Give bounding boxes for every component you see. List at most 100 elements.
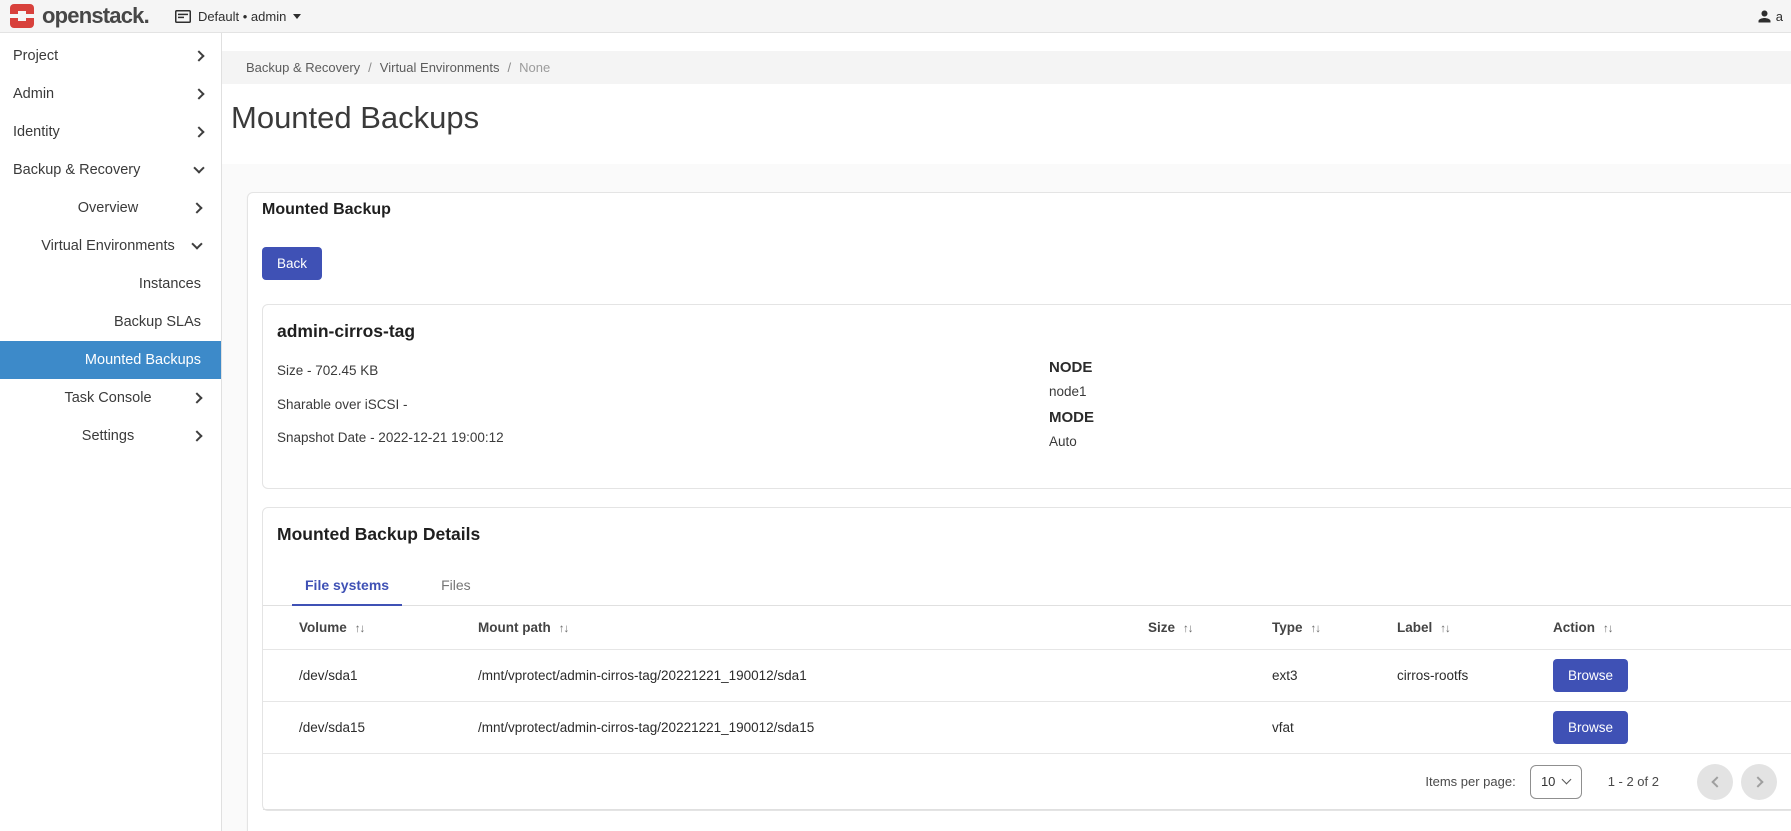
- backup-snapshot-date: Snapshot Date - 2022-12-21 19:00:12: [277, 431, 1791, 445]
- table-row: /dev/sda1/mnt/vprotect/admin-cirros-tag/…: [263, 650, 1791, 702]
- cell-type: ext3: [1268, 650, 1393, 702]
- sort-icon: ↑↓: [1311, 623, 1321, 635]
- next-page-button[interactable]: [1741, 764, 1777, 800]
- sidebar-item-overview[interactable]: Overview: [0, 189, 221, 227]
- sidebar-item-label: Task Console: [64, 390, 151, 406]
- cell-type: vfat: [1268, 702, 1393, 754]
- sidebar-item-settings[interactable]: Settings: [0, 417, 221, 455]
- sidebar-item-label: Instances: [139, 276, 201, 292]
- browse-button[interactable]: Browse: [1553, 659, 1628, 692]
- openstack-brand[interactable]: openstack.: [10, 3, 149, 29]
- sort-icon: ↑↓: [1440, 623, 1450, 635]
- cell-action: Browse: [1549, 650, 1791, 702]
- sidebar-item-mounted-backups[interactable]: Mounted Backups: [0, 341, 221, 379]
- sidebar-item-label: Virtual Environments: [41, 238, 175, 254]
- sidebar-item-virtual-environments[interactable]: Virtual Environments: [0, 227, 221, 265]
- column-header-volume[interactable]: Volume↑↓: [263, 606, 474, 650]
- chevron-right-icon: [191, 202, 202, 213]
- tab-files[interactable]: Files: [428, 566, 484, 606]
- details-heading: Mounted Backup Details: [263, 524, 1791, 545]
- user-menu[interactable]: a: [1757, 9, 1783, 24]
- brand-text: openstack.: [42, 3, 149, 29]
- chevron-right-icon: [193, 50, 204, 61]
- cell-mount-path: /mnt/vprotect/admin-cirros-tag/20221221_…: [474, 650, 1144, 702]
- sidebar: Project Admin Identity Backup & Recovery…: [0, 33, 222, 831]
- sort-icon: ↑↓: [1183, 623, 1193, 635]
- cell-volume: /dev/sda15: [263, 702, 474, 754]
- cell-size: [1144, 650, 1268, 702]
- sidebar-item-identity[interactable]: Identity: [0, 113, 221, 151]
- backup-detail-card: admin-cirros-tag Size - 702.45 KB Sharab…: [262, 304, 1791, 489]
- breadcrumb-separator: /: [500, 60, 520, 75]
- previous-page-button[interactable]: [1697, 764, 1733, 800]
- tab-file-systems[interactable]: File systems: [292, 566, 402, 606]
- breadcrumb-separator: /: [360, 60, 380, 75]
- cell-mount-path: /mnt/vprotect/admin-cirros-tag/20221221_…: [474, 702, 1144, 754]
- main-content: Backup & Recovery/Virtual Environments/N…: [222, 33, 1791, 831]
- items-per-page-label: Items per page:: [1425, 774, 1515, 789]
- breadcrumb-virtual-environments[interactable]: Virtual Environments: [380, 60, 500, 75]
- domain-icon: [175, 10, 191, 23]
- sidebar-item-backup-recovery[interactable]: Backup & Recovery: [0, 151, 221, 189]
- node-value: node1: [1049, 384, 1094, 399]
- column-header-action[interactable]: Action↑↓: [1549, 606, 1791, 650]
- chevron-right-icon: [1752, 776, 1763, 787]
- column-header-size[interactable]: Size↑↓: [1144, 606, 1268, 650]
- items-per-page-value: 10: [1541, 774, 1555, 789]
- app-window: openstack. Default • admin a Project Adm…: [0, 0, 1791, 831]
- backup-sharable: Sharable over iSCSI -: [277, 398, 1791, 412]
- sort-icon: ↑↓: [1603, 623, 1613, 635]
- user-icon: [1757, 9, 1772, 24]
- column-label: Label: [1397, 620, 1432, 635]
- page-title: Mounted Backups: [231, 99, 1791, 137]
- sort-icon: ↑↓: [559, 623, 569, 635]
- items-per-page-select[interactable]: 10: [1530, 765, 1582, 799]
- breadcrumb-none: None: [519, 60, 550, 75]
- back-button[interactable]: Back: [262, 247, 322, 280]
- chevron-right-icon: [193, 126, 204, 137]
- chevron-right-icon: [191, 392, 202, 403]
- sidebar-item-instances[interactable]: Instances: [0, 265, 221, 303]
- breadcrumb: Backup & Recovery/Virtual Environments/N…: [222, 51, 1791, 84]
- sidebar-item-label: Settings: [82, 428, 134, 444]
- cell-label: cirros-rootfs: [1393, 650, 1549, 702]
- sidebar-item-label: Overview: [78, 200, 138, 216]
- chevron-right-icon: [191, 430, 202, 441]
- pagination: Items per page: 10 1 - 2 of 2: [263, 754, 1791, 810]
- cell-label: [1393, 702, 1549, 754]
- caret-down-icon: [293, 14, 301, 19]
- column-header-mount-path[interactable]: Mount path↑↓: [474, 606, 1144, 650]
- column-header-type[interactable]: Type ↑↓: [1268, 606, 1393, 650]
- chevron-down-icon: [193, 162, 204, 173]
- chevron-down-icon: [191, 238, 202, 249]
- mode-value: Auto: [1049, 434, 1094, 449]
- backup-detail-rows: Size - 702.45 KB Sharable over iSCSI - S…: [277, 364, 1791, 445]
- column-label: Type: [1272, 620, 1303, 635]
- cell-size: [1144, 702, 1268, 754]
- mounted-backup-card: Mounted Backup Back admin-cirros-tag Siz…: [247, 192, 1791, 831]
- sort-icon: ↑↓: [355, 623, 365, 635]
- sidebar-item-task-console[interactable]: Task Console: [0, 379, 221, 417]
- browse-button[interactable]: Browse: [1553, 711, 1628, 744]
- breadcrumb-backup-recovery[interactable]: Backup & Recovery: [246, 60, 360, 75]
- sidebar-item-label: Backup SLAs: [114, 314, 201, 330]
- column-header-label[interactable]: Label ↑↓: [1393, 606, 1549, 650]
- pagination-range: 1 - 2 of 2: [1608, 774, 1659, 789]
- sidebar-item-admin[interactable]: Admin: [0, 75, 221, 113]
- sidebar-item-backup-slas[interactable]: Backup SLAs: [0, 303, 221, 341]
- sidebar-item-label: Identity: [13, 124, 60, 140]
- user-label: a: [1776, 9, 1783, 24]
- backup-name: admin-cirros-tag: [277, 321, 1791, 342]
- mounted-backup-heading: Mounted Backup: [262, 201, 1790, 219]
- node-label: NODE: [1049, 359, 1094, 376]
- content-area: Mounted Backup Back admin-cirros-tag Siz…: [222, 164, 1791, 831]
- domain-project-menu[interactable]: Default • admin: [175, 9, 301, 24]
- chevron-right-icon: [193, 88, 204, 99]
- topbar: openstack. Default • admin a: [0, 0, 1791, 33]
- chevron-left-icon: [1711, 776, 1722, 787]
- page-header: Backup & Recovery/Virtual Environments/N…: [222, 33, 1791, 164]
- sidebar-item-project[interactable]: Project: [0, 37, 221, 75]
- details-tabs: File systems Files: [263, 566, 1791, 606]
- sidebar-item-label: Mounted Backups: [85, 352, 201, 368]
- mode-label: MODE: [1049, 409, 1094, 426]
